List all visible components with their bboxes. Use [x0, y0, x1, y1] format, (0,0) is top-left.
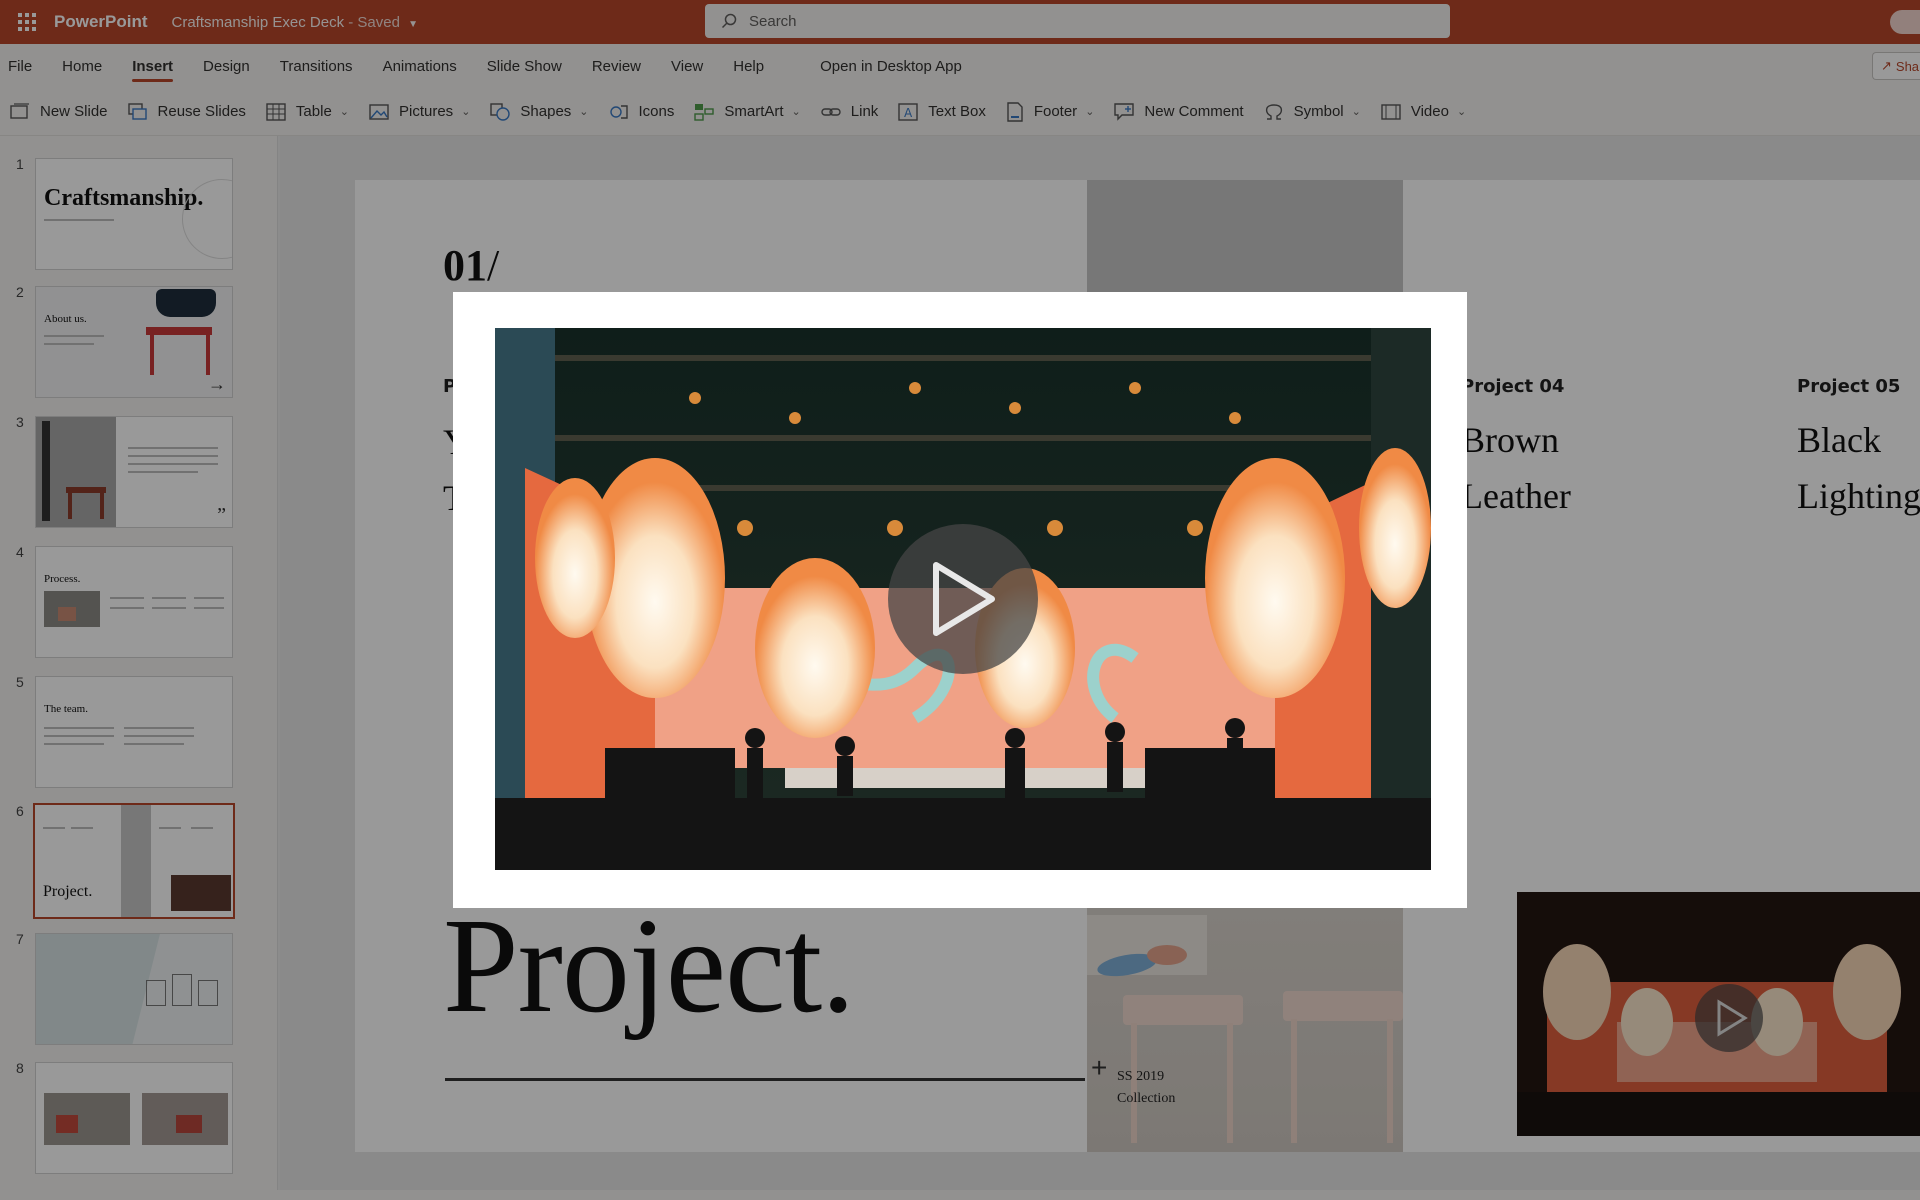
video-player[interactable] — [495, 328, 1431, 870]
play-icon — [933, 562, 995, 636]
video-preview-dialog[interactable] — [453, 292, 1467, 908]
play-button[interactable] — [888, 524, 1038, 674]
